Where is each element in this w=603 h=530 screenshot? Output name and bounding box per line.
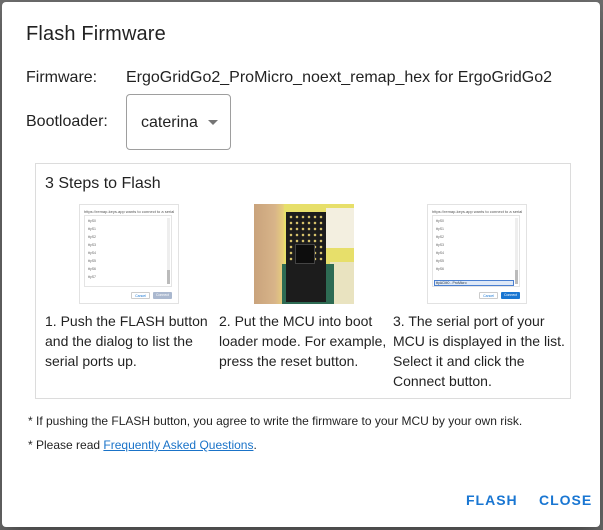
bootloader-label: Bootloader: — [26, 113, 108, 130]
firmware-value: ErgoGridGo2_ProMicro_noext_remap_hex for… — [126, 69, 552, 86]
step-2-mcu-photo — [254, 204, 354, 304]
flash-firmware-dialog: Flash Firmware Firmware: ErgoGridGo2_Pro… — [2, 2, 600, 527]
dropdown-arrow-icon — [208, 120, 218, 125]
bootloader-select[interactable]: caterina — [126, 94, 231, 150]
risk-note: * If pushing the FLASH button, you agree… — [28, 414, 523, 428]
faq-link[interactable]: Frequently Asked Questions — [103, 438, 253, 452]
faq-suffix: . — [253, 438, 257, 452]
close-button[interactable]: CLOSE — [539, 492, 592, 508]
step-1-screenshot-image: https://remap-keys.app wants to connect … — [79, 204, 179, 304]
steps-panel: 3 Steps to Flash https://remap-keys.app … — [35, 163, 571, 399]
step-3-text: 3. The serial port of your MCU is displa… — [393, 313, 565, 389]
faq-prefix: * Please read — [28, 438, 104, 452]
steps-title: 3 Steps to Flash — [45, 175, 161, 192]
dialog-title: Flash Firmware — [26, 23, 166, 45]
step-2-text: 2. Put the MCU into boot loader mode. Fo… — [219, 313, 387, 369]
flash-button[interactable]: FLASH — [466, 492, 518, 508]
bootloader-select-value: caterina — [141, 114, 198, 131]
faq-note: * Please read Frequently Asked Questions… — [28, 438, 257, 452]
firmware-label: Firmware: — [26, 69, 98, 86]
step-1-text: 1. Push the FLASH button and the dialog … — [45, 313, 208, 369]
step-3-screenshot-image: https://remap-keys.app wants to connect … — [427, 204, 527, 304]
